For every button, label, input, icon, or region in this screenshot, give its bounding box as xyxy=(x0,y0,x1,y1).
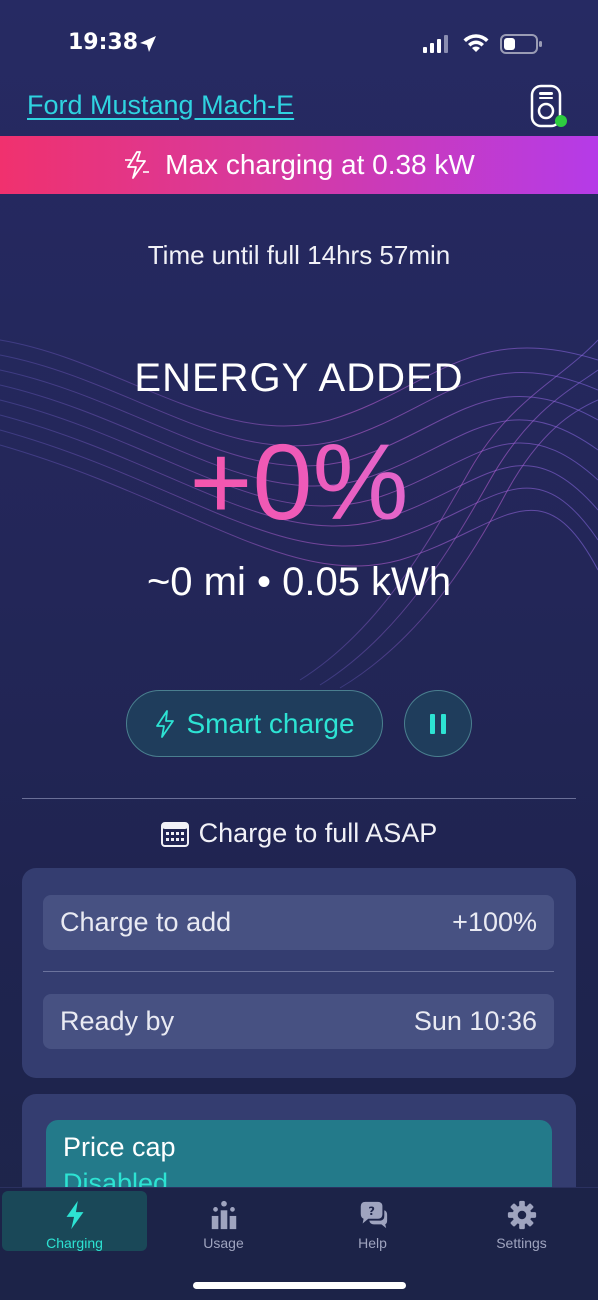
energy-added-detail: ~0 mi • 0.05 kWh xyxy=(146,560,452,604)
tab-help[interactable]: ? Help xyxy=(300,1191,445,1251)
tab-settings[interactable]: Settings xyxy=(449,1191,594,1251)
energy-added-percent: +0% xyxy=(0,428,598,536)
home-indicator xyxy=(193,1282,406,1289)
tab-usage[interactable]: Usage xyxy=(151,1191,296,1251)
schedule-mode-label: Charge to full ASAP xyxy=(198,818,438,848)
charge-to-add-value: +100% xyxy=(452,907,537,937)
bolt-icon xyxy=(125,151,150,179)
banner-text: Max charging at 0.38 kW xyxy=(165,149,475,180)
wifi-icon xyxy=(463,34,489,52)
schedule-card: Charge to add +100% Ready by Sun 10:36 xyxy=(22,868,576,1078)
svg-text:?: ? xyxy=(368,1205,375,1218)
tab-charging[interactable]: Charging xyxy=(2,1191,147,1251)
calendar-icon xyxy=(160,821,189,847)
location-arrow-icon xyxy=(140,36,156,52)
ready-by-label: Ready by xyxy=(60,1006,175,1036)
bolt-icon xyxy=(156,709,175,738)
max-charging-banner: Max charging at 0.38 kW xyxy=(0,136,598,194)
gear-icon xyxy=(507,1200,536,1230)
charge-to-add-row[interactable]: Charge to add +100% xyxy=(43,895,554,950)
status-time: 19:38 xyxy=(68,30,139,55)
usage-chart-icon xyxy=(211,1200,236,1230)
time-until-full: Time until full 14hrs 57min xyxy=(147,240,451,270)
ready-by-row[interactable]: Ready by Sun 10:36 xyxy=(43,994,554,1049)
pause-icon xyxy=(430,713,446,734)
bolt-icon xyxy=(66,1200,83,1230)
schedule-mode[interactable]: Charge to full ASAP xyxy=(0,818,598,849)
charge-to-add-label: Charge to add xyxy=(60,907,232,937)
help-chat-icon: ? xyxy=(360,1201,387,1229)
charger-icon[interactable] xyxy=(528,84,570,130)
smart-charge-button[interactable]: Smart charge xyxy=(126,690,383,757)
ready-by-value: Sun 10:36 xyxy=(413,1006,537,1036)
app-screen: 19:38 Ford Mustang Mach-E Max charging a… xyxy=(0,0,598,1300)
price-cap-title: Price cap xyxy=(63,1132,176,1162)
card-divider xyxy=(43,971,554,972)
tab-label: Settings xyxy=(496,1235,547,1251)
battery-icon xyxy=(500,34,542,54)
cellular-signal-icon xyxy=(423,35,448,53)
status-bar: 19:38 xyxy=(0,0,598,88)
section-divider xyxy=(22,798,576,799)
energy-added-label: ENERGY ADDED xyxy=(134,356,464,400)
smart-charge-label: Smart charge xyxy=(186,707,355,739)
pause-button[interactable] xyxy=(404,690,472,757)
vehicle-name-link[interactable]: Ford Mustang Mach-E xyxy=(27,90,294,121)
tab-label: Usage xyxy=(203,1235,244,1251)
tab-label: Charging xyxy=(46,1235,103,1251)
tab-label: Help xyxy=(358,1235,387,1251)
